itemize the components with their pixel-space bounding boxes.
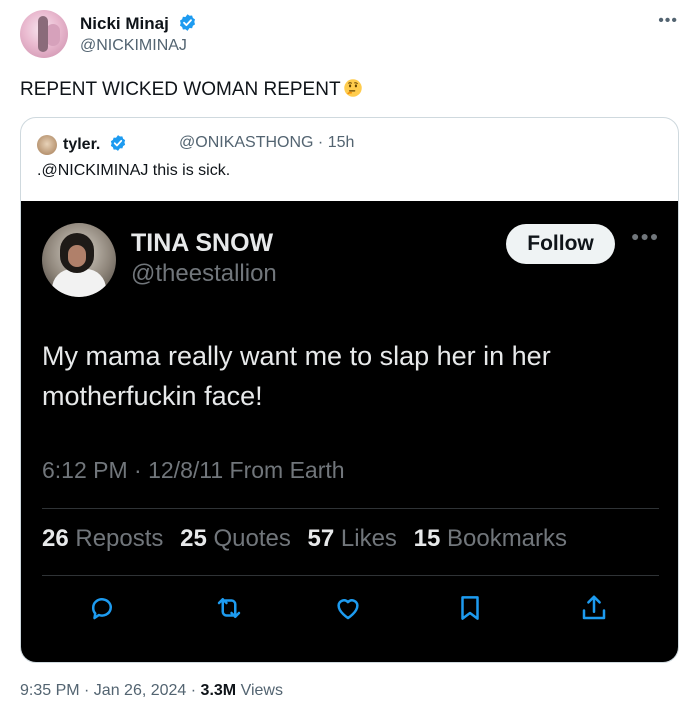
quoted-text: .@NICKIMINAJ this is sick.: [37, 162, 231, 179]
reply-icon: [91, 598, 112, 620]
share-icon: [582, 595, 606, 620]
divider: [42, 575, 659, 576]
author-name-text[interactable]: Nicki Minaj: [80, 14, 169, 33]
quoted-handle-time[interactable]: @ONIKASTHONG · 15h: [179, 134, 354, 152]
screenshot-action-bar: [21, 593, 678, 623]
quoted-author-name[interactable]: tyler.: [63, 134, 127, 154]
view-count: 3.3M: [200, 682, 237, 699]
divider: [42, 508, 659, 509]
like-icon: [337, 599, 359, 620]
author-name[interactable]: Nicki Minaj: [80, 13, 197, 34]
repost-icon: [217, 598, 241, 618]
quoted-tweet[interactable]: tyler. @ONIKASTHONG · 15h .@NICKIMINAJ t…: [20, 117, 679, 663]
bookmark-icon: [461, 596, 479, 620]
tweet-timestamp[interactable]: 9:35 PM · Jan 26, 2024 ·: [20, 682, 201, 699]
screenshot-author-handle: @theestallion: [131, 260, 277, 287]
screenshot-author-name: TINA SNOW: [131, 229, 274, 257]
avatar[interactable]: [20, 10, 68, 58]
verified-badge-icon: [110, 135, 125, 151]
quoted-author-name-text[interactable]: tyler.: [63, 136, 100, 153]
screenshot-follow-button: Follow: [506, 224, 615, 264]
screenshot-avatar: [42, 223, 116, 297]
tweet-text: REPENT WICKED WOMAN REPENT: [20, 78, 363, 101]
tweet-screenshot-image[interactable]: TINA SNOW @theestallion Follow ●●● My ma…: [21, 201, 678, 662]
stat-bookmarks: 15 Bookmarks: [413, 525, 568, 552]
screenshot-tweet-text: My mama really want me to slap her in he…: [42, 341, 551, 411]
tweet: Nicki Minaj @NICKIMINAJ ••• REPENT WICKE…: [0, 0, 700, 723]
quoted-avatar[interactable]: [37, 135, 57, 155]
stat-quotes: 25 Quotes: [180, 525, 291, 552]
screenshot-timestamp: 6:12 PM · 12/8/11 From Earth: [42, 457, 345, 483]
tweet-footer: 9:35 PM · Jan 26, 2024 · 3.3M Views: [20, 682, 283, 700]
screenshot-more-icon: ●●●: [631, 228, 660, 244]
stat-reposts: 26 Reposts: [42, 525, 164, 552]
screenshot-stats: 26 Reposts 25 Quotes 57 Likes 15 Bookmar…: [42, 525, 577, 553]
verified-badge-icon: [179, 14, 195, 31]
tweet-text-content: REPENT WICKED WOMAN REPENT: [20, 79, 341, 100]
author-handle[interactable]: @NICKIMINAJ: [80, 37, 187, 55]
thinking-face-emoji-icon: [343, 79, 362, 97]
views-label: Views: [236, 682, 283, 699]
stat-likes: 57 Likes: [307, 525, 397, 552]
more-icon[interactable]: •••: [658, 12, 678, 30]
